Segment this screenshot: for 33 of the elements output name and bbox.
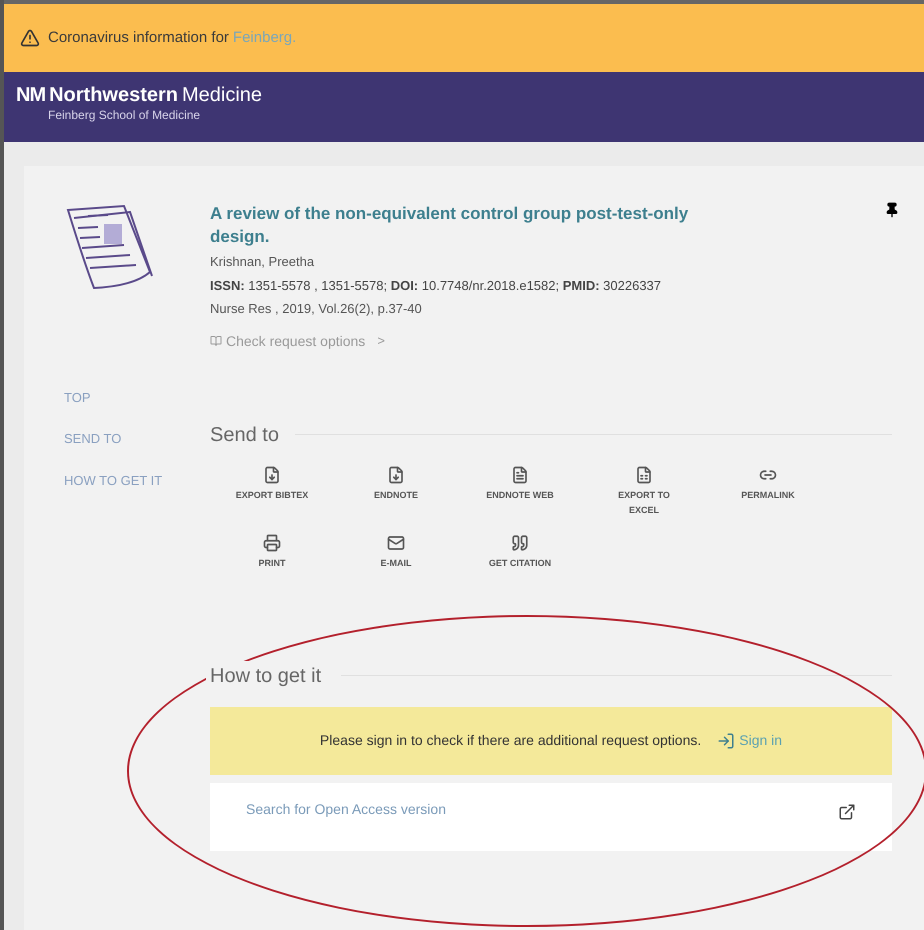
send-to-action[interactable]: PRINT (210, 534, 334, 570)
record-author: Krishnan, Preetha (210, 253, 316, 271)
envelope-icon (387, 534, 405, 552)
external-link-icon[interactable] (838, 802, 856, 820)
section-heading: Send to (210, 422, 279, 448)
send-to-action[interactable]: E-MAIL (334, 534, 458, 570)
file-icon (387, 466, 405, 484)
record-title[interactable]: A review of the non-equivalent control group post-test-only design. (210, 202, 750, 248)
send-to-action[interactable]: EXPORT TO EXCEL (582, 466, 706, 518)
send-to-action[interactable]: EXPORT BIBTEX (210, 466, 334, 518)
document-icon (511, 466, 529, 484)
banner-text: Coronavirus information for (48, 28, 229, 48)
chevron-text: > (377, 332, 385, 350)
record-identifiers: ISSN: 1351-5578 , 1351-5578; DOI: 10.7748/nr.2018.e1582; PMID: 30226337 (210, 276, 662, 294)
send-to-action[interactable]: ENDNOTE (334, 466, 458, 518)
header-subtitle: Feinberg School of Medicine (48, 107, 202, 124)
logo-mark: NM (16, 83, 46, 108)
brand-name: Northwestern (49, 83, 178, 108)
record-source: Nurse Res , 2019, Vol.26(2), p.37-40 (210, 300, 423, 318)
spreadsheet-icon (635, 466, 653, 484)
quote-icon (511, 534, 529, 552)
printer-icon (263, 534, 281, 552)
sign-in-icon (717, 732, 736, 750)
send-to-action[interactable]: ENDNOTE WEB (458, 466, 582, 518)
file-icon (263, 466, 281, 484)
document-icon (64, 202, 154, 292)
pin-icon[interactable] (884, 202, 900, 218)
brand-name-light: Medicine (182, 83, 262, 108)
send-to-action[interactable]: GET CITATION (458, 534, 582, 570)
book-icon (210, 335, 222, 347)
notice-text: Please sign in to check if there are additional request options. (320, 731, 702, 750)
send-to-action[interactable]: PERMALINK (706, 466, 830, 518)
warning-icon (20, 28, 40, 48)
